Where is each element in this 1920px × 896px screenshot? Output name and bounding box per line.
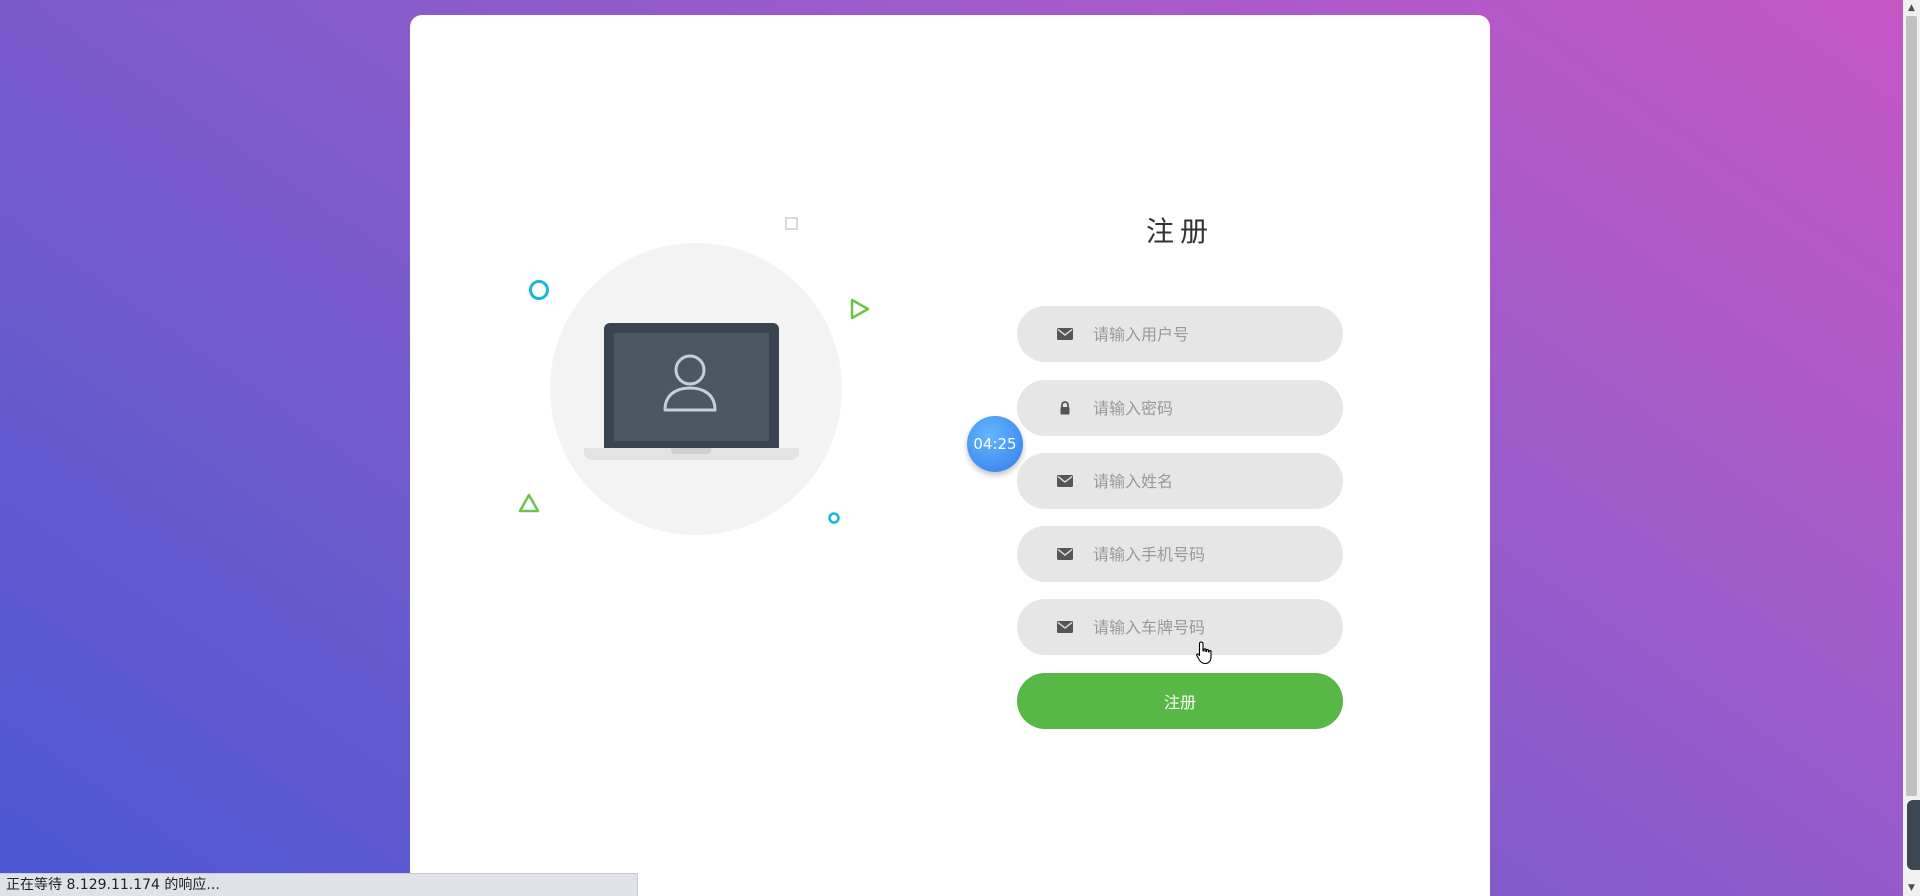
status-bar: 正在等待 8.129.11.174 的响应... — [0, 873, 638, 896]
scroll-thumb[interactable] — [1906, 16, 1917, 796]
plate-field-wrapper[interactable] — [1017, 599, 1343, 655]
lock-icon — [1060, 401, 1070, 415]
circle-decoration-icon — [529, 280, 549, 300]
hand-cursor-icon — [1196, 641, 1212, 665]
laptop-notch — [671, 448, 711, 454]
envelope-icon — [1057, 548, 1073, 560]
envelope-icon — [1057, 328, 1073, 340]
vertical-scrollbar[interactable]: ▲ ▼ — [1903, 0, 1920, 896]
phone-input[interactable] — [1093, 526, 1323, 582]
password-input[interactable] — [1093, 380, 1323, 436]
small-circle-decoration-icon — [828, 512, 840, 524]
name-input[interactable] — [1093, 453, 1323, 509]
username-field-wrapper[interactable] — [1017, 306, 1343, 362]
page-title: 注册 — [1145, 215, 1214, 248]
timer-badge[interactable]: 04:25 — [967, 416, 1023, 472]
username-input[interactable] — [1093, 306, 1323, 362]
register-button[interactable]: 注册 — [1017, 673, 1343, 729]
phone-field-wrapper[interactable] — [1017, 526, 1343, 582]
name-field-wrapper[interactable] — [1017, 453, 1343, 509]
scroll-down-arrow-icon[interactable]: ▼ — [1903, 880, 1920, 896]
triangle-decoration-icon — [518, 493, 540, 513]
scroll-up-arrow-icon[interactable]: ▲ — [1903, 0, 1920, 16]
envelope-icon — [1057, 475, 1073, 487]
envelope-icon — [1057, 621, 1073, 633]
play-triangle-decoration-icon — [850, 298, 870, 320]
square-decoration-icon — [785, 217, 798, 230]
user-icon — [663, 354, 717, 412]
password-field-wrapper[interactable] — [1017, 380, 1343, 436]
side-widget-tab[interactable] — [1907, 800, 1920, 870]
